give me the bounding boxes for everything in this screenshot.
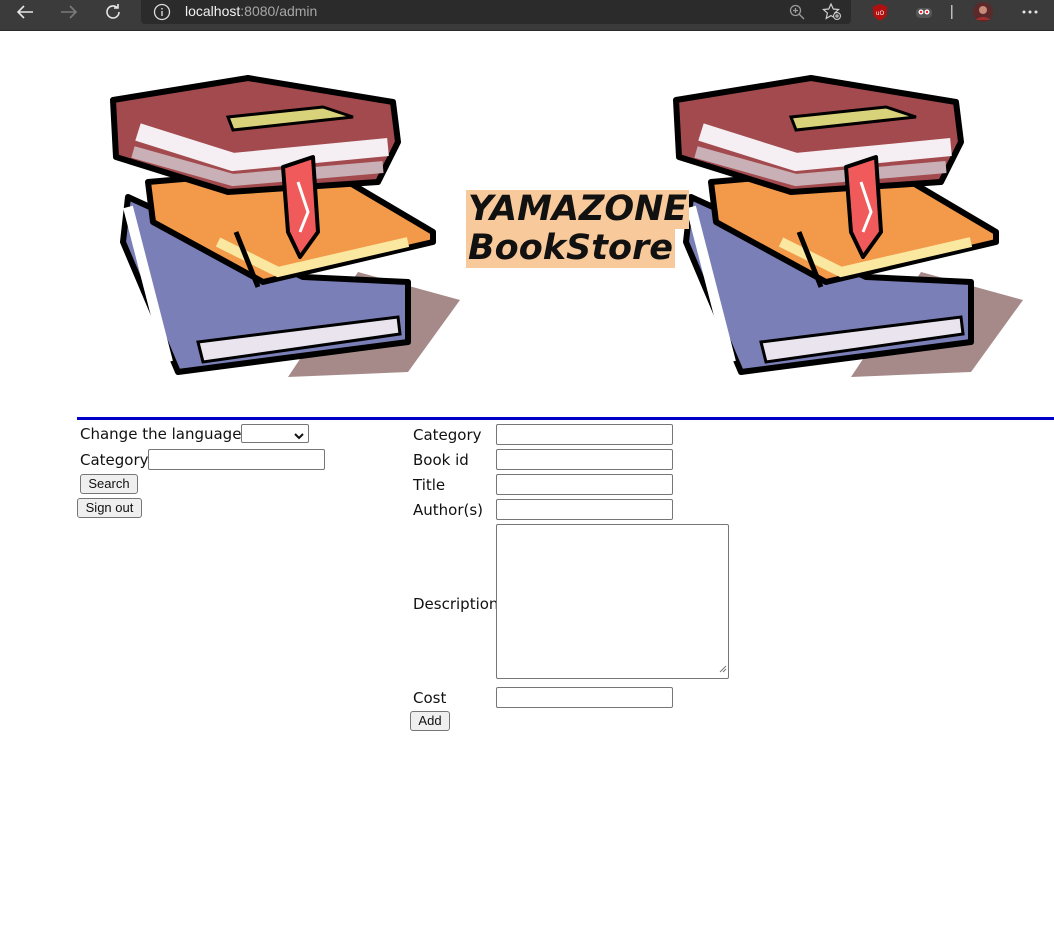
language-label: Change the language: (80, 425, 247, 443)
header-divider (77, 417, 1054, 420)
svg-text:uO: uO (876, 10, 885, 17)
more-icon[interactable] (1019, 2, 1041, 22)
book-id-label: Book id (413, 451, 469, 469)
store-title: YAMAZONE BookStore (466, 189, 690, 268)
browser-toolbar: localhost:8080/admin uO (0, 0, 1054, 31)
add-book-button[interactable]: Add (410, 711, 450, 731)
title-line-1: YAMAZONE (466, 189, 690, 229)
address-bar[interactable]: localhost:8080/admin (141, 0, 851, 24)
info-icon[interactable] (153, 3, 171, 25)
sign-out-button[interactable]: Sign out (77, 498, 142, 518)
search-category-input[interactable] (148, 449, 325, 470)
authors-label: Author(s) (413, 501, 484, 519)
description-wrapper (496, 524, 729, 679)
extension-icon[interactable] (913, 2, 935, 22)
language-select[interactable] (241, 424, 309, 443)
url-text[interactable]: localhost:8080/admin (185, 3, 317, 19)
authors-input[interactable] (496, 499, 673, 520)
url-host: localhost (185, 3, 241, 19)
back-arrow-icon[interactable] (10, 0, 40, 24)
form-category-label: Category (413, 426, 482, 444)
title-input[interactable] (496, 474, 673, 495)
search-button[interactable]: Search (80, 474, 138, 494)
resize-grip-icon[interactable] (719, 658, 727, 677)
cost-label: Cost (413, 689, 447, 707)
cost-input[interactable] (496, 687, 673, 708)
search-category-label: Category (80, 451, 149, 469)
chevron-down-icon (293, 427, 305, 446)
profile-avatar[interactable] (972, 2, 994, 22)
ublock-icon[interactable]: uO (869, 2, 891, 22)
url-path: :8080/admin (240, 3, 318, 19)
books-illustration-left (110, 75, 460, 377)
description-textarea[interactable] (496, 524, 729, 679)
title-line-2: BookStore (466, 228, 676, 268)
forward-arrow-icon[interactable] (54, 0, 84, 24)
title-label: Title (413, 476, 446, 494)
books-illustration-right (673, 75, 1023, 377)
favorites-icon[interactable] (821, 2, 843, 22)
zoom-icon[interactable] (786, 2, 808, 22)
book-id-input[interactable] (496, 449, 673, 470)
description-label: Description (413, 595, 499, 613)
refresh-icon[interactable] (98, 0, 128, 24)
toolbar-divider (941, 2, 963, 22)
form-category-input[interactable] (496, 424, 673, 445)
